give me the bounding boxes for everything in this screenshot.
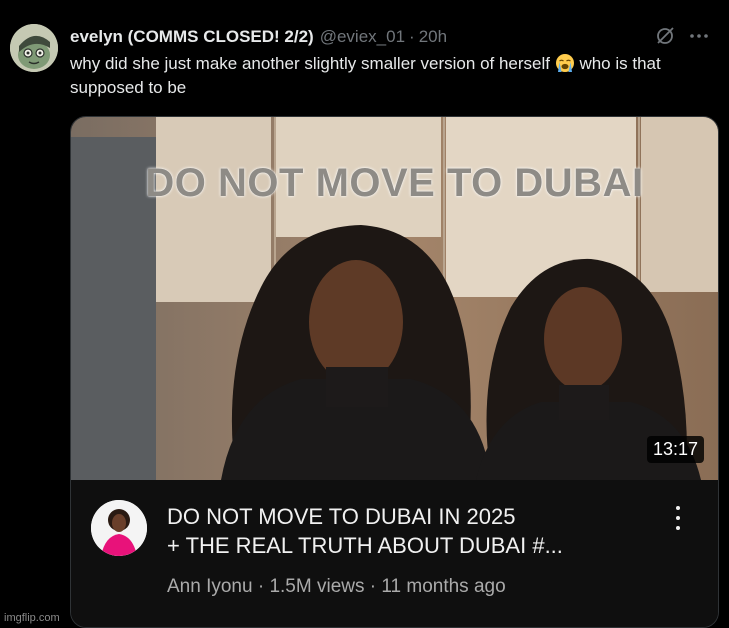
video-meta: Ann Iyonu · 1.5M views · 11 months ago <box>167 576 506 597</box>
tweet-header: evelyn (COMMS CLOSED! 2/2) @eviex_01 · 2… <box>70 26 709 48</box>
tweet-text-part-1: why did she just make another slightly s… <box>70 54 555 73</box>
channel-avatar-image <box>91 500 147 556</box>
video-title-line-1: DO NOT MOVE TO DUBAI IN 2025 <box>167 504 516 529</box>
separator-dot: · <box>409 27 415 46</box>
thumbnail-text: DO NOT MOVE TO DUBAI <box>145 161 644 205</box>
more-icon[interactable] <box>689 26 709 51</box>
loudly-crying-face-icon <box>555 53 575 73</box>
watermark: imgflip.com <box>4 612 60 624</box>
tweet-text: why did she just make another slightly s… <box>70 52 720 100</box>
timestamp[interactable]: 20h <box>419 27 447 47</box>
video-title[interactable]: DO NOT MOVE TO DUBAI IN 2025 + THE REAL … <box>167 502 647 560</box>
channel-avatar[interactable] <box>91 500 147 556</box>
header-actions <box>655 26 709 51</box>
video-title-line-2: + THE REAL TRUTH ABOUT DUBAI #... <box>167 533 563 558</box>
video-menu-icon[interactable] <box>672 506 684 536</box>
video-info: DO NOT MOVE TO DUBAI IN 2025 + THE REAL … <box>71 480 718 627</box>
user-avatar[interactable] <box>10 24 58 72</box>
display-name[interactable]: evelyn (COMMS CLOSED! 2/2) <box>70 27 314 47</box>
user-handle[interactable]: @eviex_01 <box>320 27 405 47</box>
grok-icon[interactable] <box>655 26 675 51</box>
tweet: evelyn (COMMS CLOSED! 2/2) @eviex_01 · 2… <box>0 0 729 628</box>
video-duration-badge: 13:17 <box>646 436 704 463</box>
avatar-illustration <box>10 24 58 72</box>
video-thumbnail[interactable]: DO NOT MOVE TO DUBAI 13:17 <box>71 117 718 480</box>
video-card[interactable]: DO NOT MOVE TO DUBAI 13:17 DO NOT MOVE T… <box>70 116 719 628</box>
